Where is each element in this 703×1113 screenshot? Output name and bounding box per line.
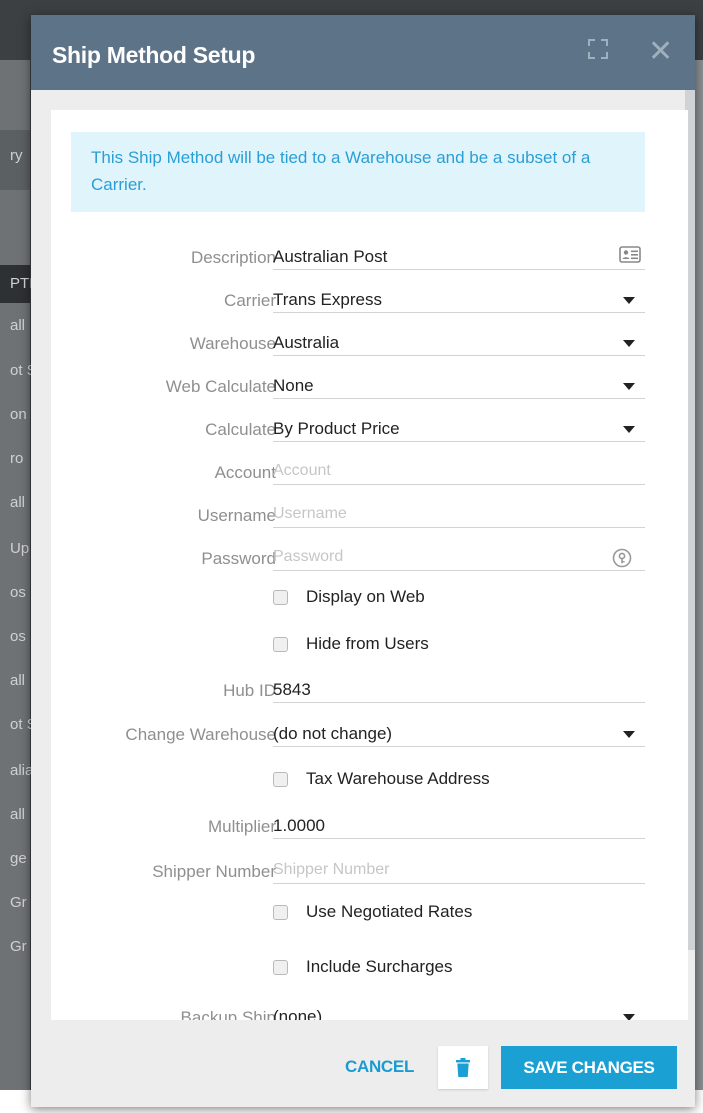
web-calculate-select[interactable]: None bbox=[273, 367, 645, 399]
account-placeholder: Account bbox=[273, 462, 331, 479]
hide-from-users-label: Hide from Users bbox=[306, 634, 429, 653]
dropdown-caret-icon bbox=[623, 383, 635, 390]
use-negotiated-rates-label: Use Negotiated Rates bbox=[306, 902, 473, 921]
tax-warehouse-address-checkbox[interactable] bbox=[273, 772, 288, 787]
tax-warehouse-address-label: Tax Warehouse Address bbox=[306, 769, 490, 788]
hub-id-input[interactable]: 5843 bbox=[273, 671, 645, 703]
include-surcharges-label: Include Surcharges bbox=[306, 957, 453, 976]
password-placeholder: Password bbox=[273, 548, 344, 565]
warehouse-label: Warehouse bbox=[189, 334, 276, 353]
calculate-label: Calculate bbox=[205, 420, 276, 439]
description-field[interactable]: Australian Post bbox=[273, 238, 645, 270]
backup-ship-value: (none) bbox=[273, 1007, 323, 1020]
username-input[interactable]: Username bbox=[273, 496, 645, 528]
backup-ship-row: Backup Ship (none) bbox=[51, 998, 688, 1020]
shipper-number-placeholder: Shipper Number bbox=[273, 861, 390, 878]
save-changes-button[interactable]: SAVE CHANGES bbox=[501, 1046, 677, 1089]
contact-card-icon[interactable] bbox=[619, 246, 641, 263]
shipper-number-input[interactable]: Shipper Number bbox=[273, 852, 645, 884]
dialog-footer: CANCEL SAVE CHANGES bbox=[31, 1020, 695, 1107]
web-calculate-value: None bbox=[273, 376, 314, 395]
calculate-row: Calculate By Product Price bbox=[51, 410, 688, 450]
password-key-icon[interactable] bbox=[611, 547, 633, 569]
warehouse-select[interactable]: Australia bbox=[273, 324, 645, 356]
calculate-select[interactable]: By Product Price bbox=[273, 410, 645, 442]
web-calculate-label: Web Calculate bbox=[165, 377, 276, 396]
password-row: Password Password bbox=[51, 539, 688, 579]
multiplier-row: Multiplier 1.0000 bbox=[51, 807, 688, 847]
display-on-web-checkbox[interactable] bbox=[273, 590, 288, 605]
backup-ship-select[interactable]: (none) bbox=[273, 998, 645, 1020]
change-warehouse-label: Change Warehouse bbox=[125, 725, 276, 744]
web-calculate-row: Web Calculate None bbox=[51, 367, 688, 407]
hide-from-users-checkbox[interactable] bbox=[273, 637, 288, 652]
account-row: Account Account bbox=[51, 453, 688, 493]
hub-id-row: Hub ID 5843 bbox=[51, 671, 688, 711]
hub-id-value: 5843 bbox=[273, 680, 311, 699]
carrier-select[interactable]: Trans Express bbox=[273, 281, 645, 313]
include-surcharges-checkbox[interactable] bbox=[273, 960, 288, 975]
shipper-number-label: Shipper Number bbox=[152, 862, 276, 881]
use-negotiated-rates-checkbox[interactable] bbox=[273, 905, 288, 920]
display-on-web-label: Display on Web bbox=[306, 587, 425, 606]
shipper-number-row: Shipper Number Shipper Number bbox=[51, 852, 688, 892]
calculate-value: By Product Price bbox=[273, 419, 400, 438]
cancel-button[interactable]: CANCEL bbox=[345, 1057, 414, 1077]
delete-button[interactable] bbox=[438, 1046, 488, 1089]
change-warehouse-value: (do not change) bbox=[273, 724, 393, 743]
dialog-title: Ship Method Setup bbox=[52, 42, 256, 68]
username-row: Username Username bbox=[51, 496, 688, 536]
description-row: Description Australian Post bbox=[51, 238, 688, 278]
account-label: Account bbox=[214, 463, 276, 482]
hub-id-label: Hub ID bbox=[223, 681, 276, 700]
password-input[interactable]: Password bbox=[273, 539, 645, 571]
password-label: Password bbox=[201, 549, 276, 568]
backup-ship-label: Backup Ship bbox=[180, 1008, 276, 1020]
ship-method-dialog: Ship Method Setup ✕ This Ship Method wil… bbox=[31, 15, 695, 1107]
username-label: Username bbox=[197, 506, 276, 525]
info-message: This Ship Method will be tied to a Wareh… bbox=[71, 132, 645, 212]
dialog-header: Ship Method Setup ✕ bbox=[31, 15, 695, 90]
carrier-value: Trans Express bbox=[273, 290, 382, 309]
multiplier-input[interactable]: 1.0000 bbox=[273, 807, 645, 839]
dropdown-caret-icon bbox=[623, 426, 635, 433]
expand-icon[interactable] bbox=[588, 39, 608, 59]
description-label: Description bbox=[190, 248, 276, 267]
warehouse-row: Warehouse Australia bbox=[51, 324, 688, 364]
change-warehouse-select[interactable]: (do not change) bbox=[273, 715, 645, 747]
description-value: Australian Post bbox=[273, 247, 388, 266]
carrier-row: Carrier Trans Express bbox=[51, 281, 688, 321]
dropdown-caret-icon bbox=[623, 340, 635, 347]
carrier-label: Carrier bbox=[224, 291, 276, 310]
warehouse-value: Australia bbox=[273, 333, 340, 352]
username-placeholder: Username bbox=[273, 505, 347, 522]
dialog-body: This Ship Method will be tied to a Wareh… bbox=[51, 110, 688, 1020]
multiplier-label: Multiplier bbox=[207, 817, 276, 836]
dropdown-caret-icon bbox=[623, 731, 635, 738]
change-warehouse-row: Change Warehouse (do not change) bbox=[51, 715, 688, 755]
dropdown-caret-icon bbox=[623, 297, 635, 304]
account-input[interactable]: Account bbox=[273, 453, 645, 485]
close-icon[interactable]: ✕ bbox=[648, 37, 673, 67]
trash-icon bbox=[456, 1058, 470, 1082]
multiplier-value: 1.0000 bbox=[273, 816, 325, 835]
